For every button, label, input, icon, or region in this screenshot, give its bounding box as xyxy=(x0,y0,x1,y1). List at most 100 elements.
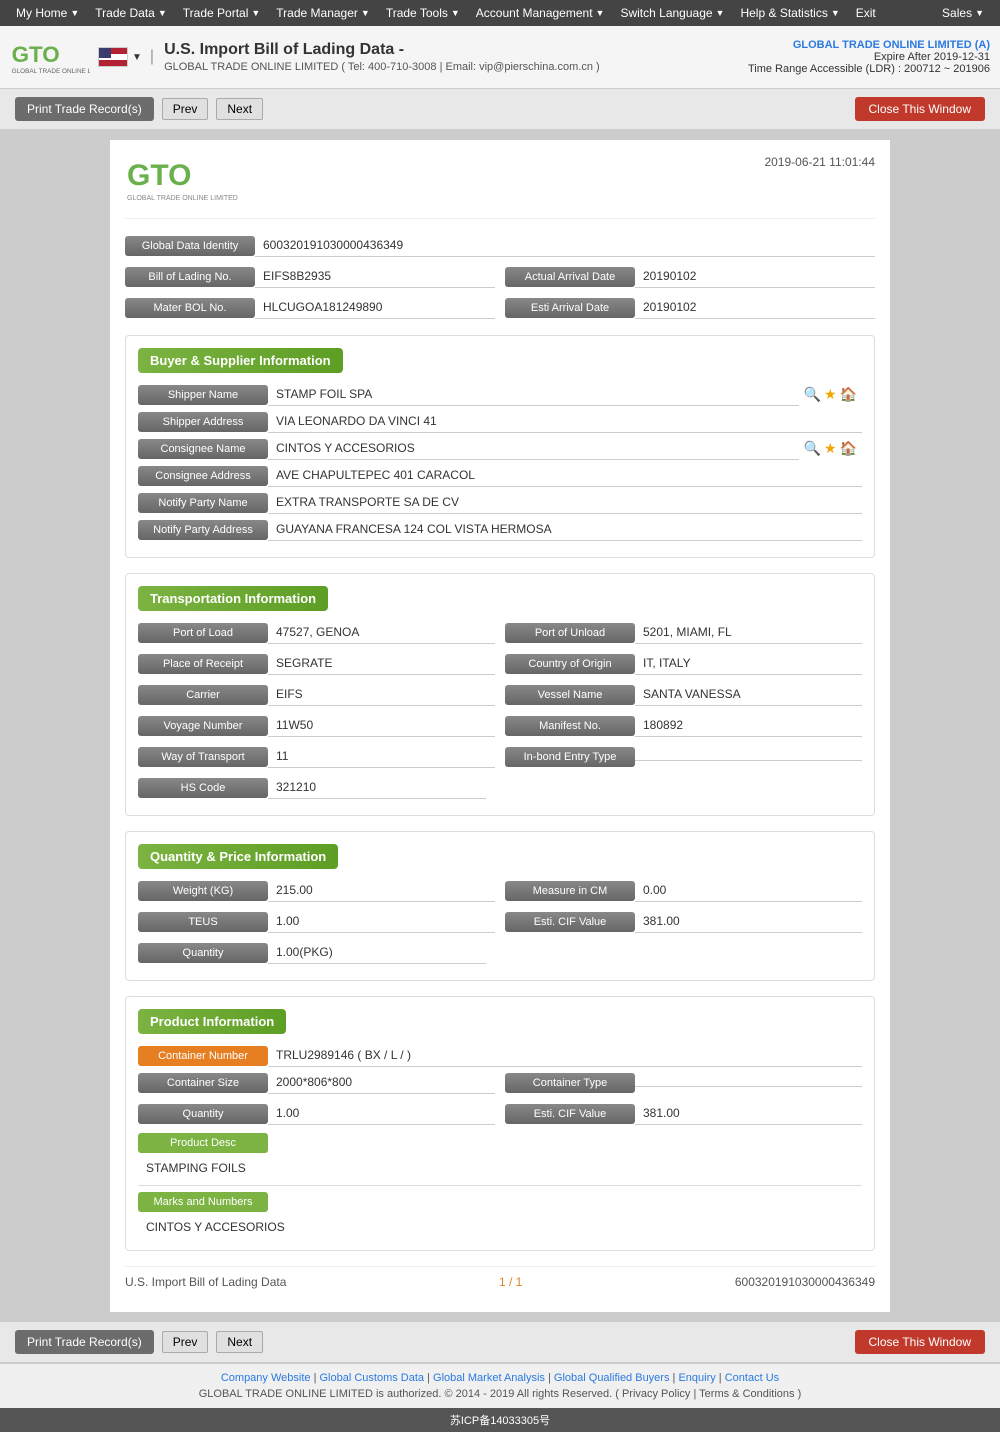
close-button-bottom[interactable]: Close This Window xyxy=(855,1330,985,1354)
port-of-unload-label: Port of Unload xyxy=(505,623,635,643)
notify-party-name-label: Notify Party Name xyxy=(138,493,268,513)
transportation-section: Transportation Information Port of Load … xyxy=(125,573,875,816)
close-button-top[interactable]: Close This Window xyxy=(855,97,985,121)
nav-trade-tools[interactable]: Trade Tools ▼ xyxy=(378,6,468,20)
mater-bol-label: Mater BOL No. xyxy=(125,298,255,318)
nav-sales[interactable]: Sales ▼ xyxy=(934,6,992,20)
product-quantity-value: 1.00 xyxy=(268,1102,495,1125)
home-icon[interactable]: 🏠 xyxy=(840,440,857,457)
country-of-origin-label: Country of Origin xyxy=(505,654,635,674)
buyer-supplier-section: Buyer & Supplier Information Shipper Nam… xyxy=(125,335,875,558)
port-row: Port of Load 47527, GENOA Port of Unload… xyxy=(138,621,862,648)
nav-switch-language[interactable]: Switch Language ▼ xyxy=(612,6,732,20)
star-icon[interactable]: ★ xyxy=(824,440,837,457)
svg-text:GLOBAL TRADE ONLINE LIMITED: GLOBAL TRADE ONLINE LIMITED xyxy=(12,68,90,75)
voyage-number-value: 11W50 xyxy=(268,714,495,737)
nav-my-home[interactable]: My Home ▼ xyxy=(8,6,87,20)
bill-of-lading-label: Bill of Lading No. xyxy=(125,267,255,287)
nav-trade-manager[interactable]: Trade Manager ▼ xyxy=(268,6,378,20)
inbond-entry-value xyxy=(635,752,862,761)
home-icon[interactable]: 🏠 xyxy=(840,386,857,403)
quantity-price-header: Quantity & Price Information xyxy=(138,844,338,869)
shipper-address-row: Shipper Address VIA LEONARDO DA VINCI 41 xyxy=(138,410,862,433)
nav-arrow-icon: ▼ xyxy=(251,8,260,18)
notify-party-name-row: Notify Party Name EXTRA TRANSPORTE SA DE… xyxy=(138,491,862,514)
next-button-bottom[interactable]: Next xyxy=(216,1331,263,1353)
footer-record-id: 600320191030000436349 xyxy=(735,1275,875,1289)
star-icon[interactable]: ★ xyxy=(824,386,837,403)
prev-button-bottom[interactable]: Prev xyxy=(162,1331,209,1353)
nav-trade-portal[interactable]: Trade Portal ▼ xyxy=(175,6,269,20)
nav-arrow-icon: ▼ xyxy=(831,8,840,18)
weight-measure-row: Weight (KG) 215.00 Measure in CM 0.00 xyxy=(138,879,862,906)
nav-account-management[interactable]: Account Management ▼ xyxy=(468,6,613,20)
way-of-transport-label: Way of Transport xyxy=(138,747,268,767)
document-datetime: 2019-06-21 11:01:44 xyxy=(764,155,875,169)
footer-links: Company Website | Global Customs Data | … xyxy=(15,1372,985,1384)
actual-arrival-label: Actual Arrival Date xyxy=(505,267,635,287)
action-bar-top: Print Trade Record(s) Prev Next Close Th… xyxy=(0,89,1000,130)
hs-code-value: 321210 xyxy=(268,776,486,799)
bill-of-lading-row: Bill of Lading No. EIFS8B2935 xyxy=(125,265,495,288)
weight-row: Weight (KG) 215.00 xyxy=(138,879,495,902)
consignee-address-row: Consignee Address AVE CHAPULTEPEC 401 CA… xyxy=(138,464,862,487)
weight-label: Weight (KG) xyxy=(138,881,268,901)
teus-label: TEUS xyxy=(138,912,268,932)
global-data-identity-label: Global Data Identity xyxy=(125,236,255,256)
footer-icp: 苏ICP备14033305号 xyxy=(0,1408,1000,1432)
footer-link-buyers[interactable]: Global Qualified Buyers xyxy=(554,1372,670,1384)
company-logo: GTO GLOBAL TRADE ONLINE LIMITED xyxy=(10,32,90,82)
footer-link-contact[interactable]: Contact Us xyxy=(725,1372,779,1384)
container-size-row: Container Size 2000*806*800 xyxy=(138,1071,495,1094)
inbond-entry-row: In-bond Entry Type xyxy=(505,745,862,768)
consignee-address-value: AVE CHAPULTEPEC 401 CARACOL xyxy=(268,464,862,487)
company-name: GLOBAL TRADE ONLINE LIMITED (A) xyxy=(748,39,990,51)
svg-text:GTO: GTO xyxy=(12,41,60,66)
port-of-load-row: Port of Load 47527, GENOA xyxy=(138,621,495,644)
product-section: Product Information Container Number TRL… xyxy=(125,996,875,1251)
print-button-top[interactable]: Print Trade Record(s) xyxy=(15,97,154,121)
nav-exit[interactable]: Exit xyxy=(848,6,884,20)
esti-cif-row: Esti. CIF Value 381.00 xyxy=(505,910,862,933)
footer-link-enquiry[interactable]: Enquiry xyxy=(678,1372,715,1384)
next-button-top[interactable]: Next xyxy=(216,98,263,120)
notify-party-address-label: Notify Party Address xyxy=(138,520,268,540)
footer-link-market[interactable]: Global Market Analysis xyxy=(433,1372,545,1384)
nav-arrow-icon: ▼ xyxy=(596,8,605,18)
global-data-identity-row: Global Data Identity 6003201910300004363… xyxy=(125,234,875,257)
doc-logo: GTO GLOBAL TRADE ONLINE LIMITED xyxy=(125,155,245,208)
product-desc-header-row: Product Desc xyxy=(138,1133,862,1153)
separator: | xyxy=(150,48,154,66)
container-size-value: 2000*806*800 xyxy=(268,1071,495,1094)
marks-header-row: Marks and Numbers xyxy=(138,1192,862,1212)
ldr-range: Time Range Accessible (LDR) : 200712 ~ 2… xyxy=(748,63,990,75)
footer-link-customs[interactable]: Global Customs Data xyxy=(320,1372,425,1384)
top-navigation: My Home ▼ Trade Data ▼ Trade Portal ▼ Tr… xyxy=(0,0,1000,26)
consignee-address-label: Consignee Address xyxy=(138,466,268,486)
esti-cif-label: Esti. CIF Value xyxy=(505,912,635,932)
product-quantity-label: Quantity xyxy=(138,1104,268,1124)
measure-value: 0.00 xyxy=(635,879,862,902)
voyage-number-label: Voyage Number xyxy=(138,716,268,736)
product-desc-value: STAMPING FOILS xyxy=(138,1157,862,1179)
carrier-value: EIFS xyxy=(268,683,495,706)
dropdown-arrow-icon[interactable]: ▼ xyxy=(132,52,142,63)
mater-bol-row: Mater BOL No. HLCUGOA181249890 xyxy=(125,296,495,319)
print-button-bottom[interactable]: Print Trade Record(s) xyxy=(15,1330,154,1354)
marks-value: CINTOS Y ACCESORIOS xyxy=(138,1216,862,1238)
place-of-receipt-label: Place of Receipt xyxy=(138,654,268,674)
nav-arrow-icon: ▼ xyxy=(70,8,79,18)
footer-link-company[interactable]: Company Website xyxy=(221,1372,311,1384)
receipt-origin-row: Place of Receipt SEGRATE Country of Orig… xyxy=(138,652,862,679)
nav-help-statistics[interactable]: Help & Statistics ▼ xyxy=(732,6,847,20)
flag-area: ▼ xyxy=(98,47,142,67)
prev-button-top[interactable]: Prev xyxy=(162,98,209,120)
quantity-row: Quantity 1.00(PKG) xyxy=(138,941,486,964)
search-icon[interactable]: 🔍 xyxy=(804,440,821,457)
esti-cif-value: 381.00 xyxy=(635,910,862,933)
container-size-type-row: Container Size 2000*806*800 Container Ty… xyxy=(138,1071,862,1098)
document-header: GTO GLOBAL TRADE ONLINE LIMITED 2019-06-… xyxy=(125,155,875,219)
product-esti-cif-row: Esti. CIF Value 381.00 xyxy=(505,1102,862,1125)
nav-trade-data[interactable]: Trade Data ▼ xyxy=(87,6,175,20)
search-icon[interactable]: 🔍 xyxy=(804,386,821,403)
